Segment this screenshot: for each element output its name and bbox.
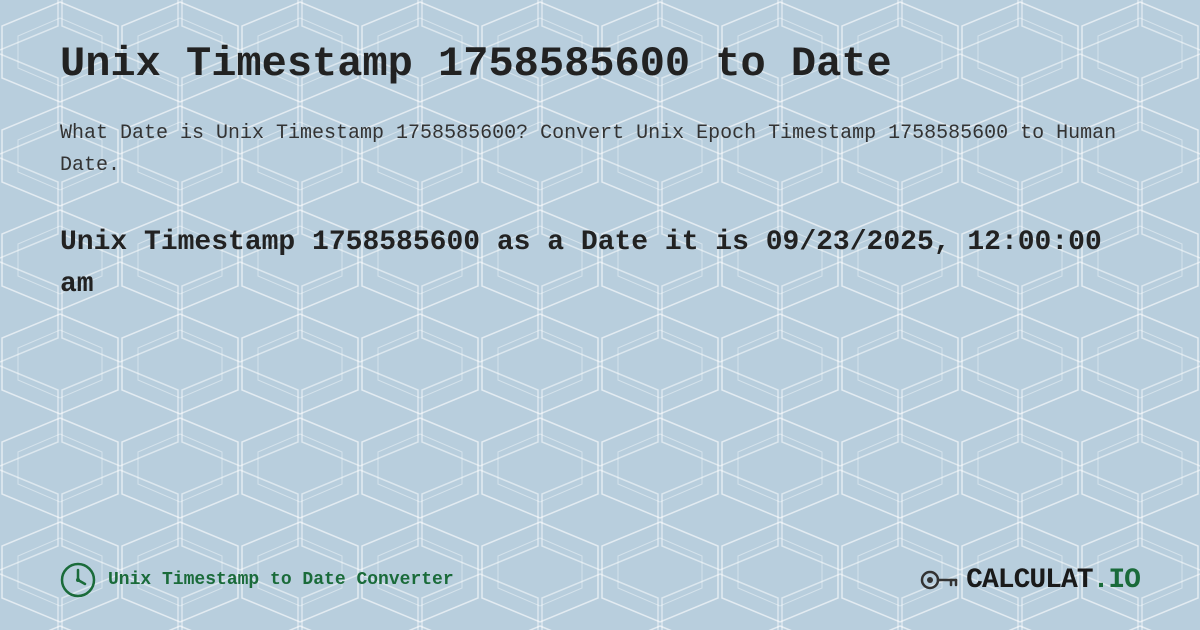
logo-area[interactable]: CALCULAT.IO (918, 560, 1140, 600)
page-title: Unix Timestamp 1758585600 to Date (60, 40, 1140, 88)
result-text: Unix Timestamp 1758585600 as a Date it i… (60, 222, 1140, 306)
result-section: Unix Timestamp 1758585600 as a Date it i… (60, 222, 1140, 306)
footer-converter-link[interactable]: Unix Timestamp to Date Converter (60, 562, 454, 598)
main-content: Unix Timestamp 1758585600 to Date What D… (0, 0, 1200, 386)
logo-text: CALCULAT.IO (966, 565, 1140, 596)
converter-label: Unix Timestamp to Date Converter (108, 570, 454, 590)
clock-icon (60, 562, 96, 598)
description-text: What Date is Unix Timestamp 1758585600? … (60, 118, 1140, 182)
footer: Unix Timestamp to Date Converter CALCULA… (60, 560, 1140, 600)
logo-icon (918, 560, 958, 600)
